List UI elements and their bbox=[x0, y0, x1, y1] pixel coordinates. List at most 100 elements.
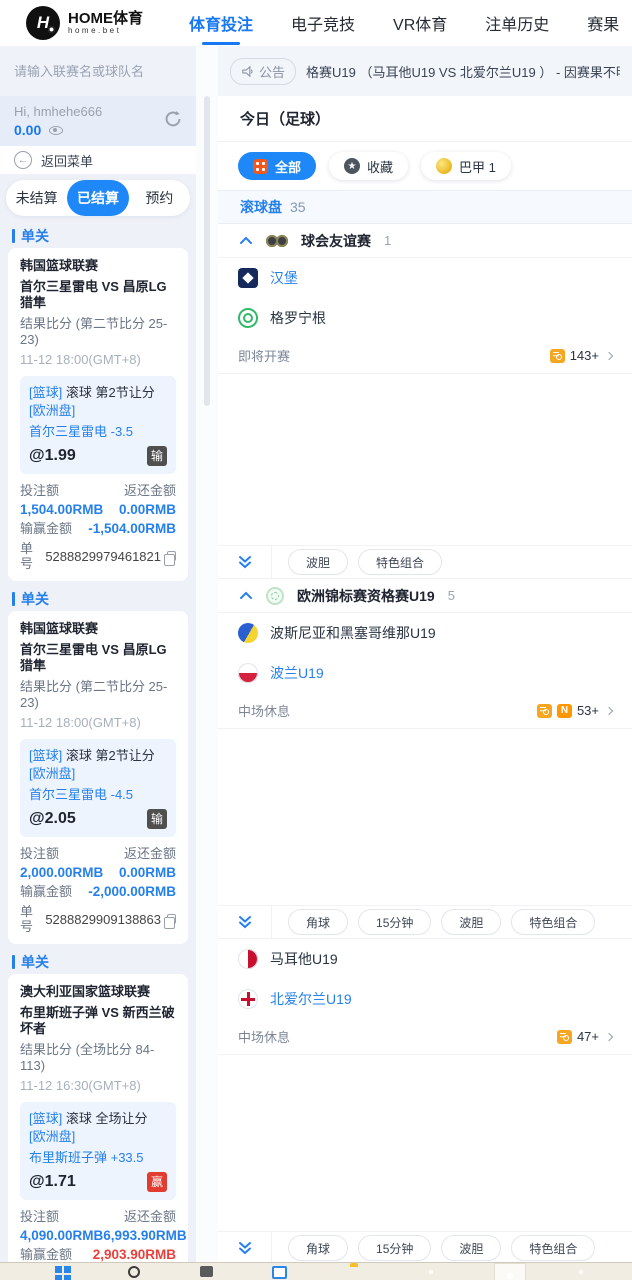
team-row-home[interactable]: 马耳他U19 0 bbox=[218, 939, 632, 979]
team-name[interactable]: 汉堡 bbox=[270, 268, 298, 288]
team-name[interactable]: 波斯尼亚和黑塞哥维那U19 bbox=[270, 623, 436, 643]
bet-selection: 首尔三星雷电 -3.5 bbox=[29, 424, 134, 439]
copy-icon[interactable] bbox=[164, 914, 176, 929]
eye-icon[interactable] bbox=[49, 125, 64, 135]
section-club-friendly[interactable]: 球会友谊赛 1 bbox=[218, 224, 632, 258]
match-status: 即将开赛 bbox=[238, 349, 291, 364]
match-status: 中场休息 bbox=[238, 704, 291, 719]
tab-settled[interactable]: 已结算 bbox=[67, 180, 129, 216]
live-betting-bar[interactable]: 滚球盘 35 bbox=[218, 190, 632, 224]
market-chip-special-combo[interactable]: 特色组合 bbox=[511, 1235, 596, 1261]
markets-link[interactable]: 143+ bbox=[549, 348, 614, 363]
windows-start-icon[interactable] bbox=[55, 1266, 62, 1273]
chevron-right-icon bbox=[604, 706, 614, 715]
nav-esports[interactable]: 电子竞技 bbox=[291, 11, 355, 35]
back-label: 返回菜单 bbox=[41, 153, 94, 169]
taskbar-search-icon[interactable] bbox=[128, 1266, 140, 1278]
bet-market: 滚球 第2节让分 bbox=[65, 385, 155, 400]
bet-selection: 首尔三星雷电 -4.5 bbox=[29, 787, 134, 802]
live-label: 滚球盘 bbox=[240, 199, 282, 215]
market-chip-special-combo[interactable]: 特色组合 bbox=[511, 909, 596, 935]
bet-score: 结果比分 (全场比分 84-113) bbox=[20, 1042, 155, 1073]
team-name[interactable]: 北爱尔兰U19 bbox=[270, 989, 352, 1009]
copy-icon[interactable] bbox=[164, 551, 176, 566]
logo-icon: H bbox=[26, 6, 60, 40]
group-marker bbox=[12, 229, 15, 243]
stake-label: 投注额 bbox=[20, 846, 60, 861]
bet-group: 单关 韩国篮球联赛 首尔三星雷电 VS 昌原LG猎隼 结果比分 (第二节比分 2… bbox=[8, 587, 188, 944]
market-chip-correct-score[interactable]: 波胆 bbox=[441, 1235, 502, 1261]
team-name[interactable]: 格罗宁根 bbox=[270, 308, 326, 328]
nav-vr-sports[interactable]: VR体育 bbox=[393, 11, 447, 35]
collapse-toggle[interactable] bbox=[218, 906, 272, 938]
bet-group: 单关 韩国篮球联赛 首尔三星雷电 VS 昌原LG猎隼 结果比分 (第二节比分 2… bbox=[8, 224, 188, 581]
bet-slip-icon bbox=[549, 348, 565, 363]
filter-favorites[interactable]: ★ 收藏 bbox=[329, 152, 409, 180]
team-logo-northern-ireland bbox=[238, 989, 258, 1009]
team-row-away[interactable]: 波兰U19 1 bbox=[218, 653, 632, 693]
search-bar bbox=[0, 46, 196, 96]
match-footer: 波胆 特色组合 bbox=[218, 545, 632, 579]
back-to-menu[interactable]: ← 返回菜单 bbox=[0, 146, 196, 174]
double-chevron-down-icon bbox=[238, 556, 251, 569]
market-chip-special-combo[interactable]: 特色组合 bbox=[358, 549, 443, 575]
collapse-toggle[interactable] bbox=[218, 546, 272, 578]
result-badge-lose: 输 bbox=[147, 446, 167, 466]
collapse-toggle[interactable] bbox=[218, 1232, 272, 1262]
team-row-away[interactable]: 格罗宁根 bbox=[218, 298, 632, 338]
tab-reserved[interactable]: 预约 bbox=[129, 180, 190, 216]
tab-unsettled[interactable]: 未结算 bbox=[6, 180, 67, 216]
group-marker bbox=[12, 955, 15, 969]
news-badge-icon: N bbox=[556, 703, 572, 718]
task-view-icon[interactable] bbox=[272, 1266, 287, 1279]
team-row-home[interactable]: 波斯尼亚和黑塞哥维那U19 0 bbox=[218, 613, 632, 653]
markets-count: 47+ bbox=[576, 1029, 599, 1044]
winloss-label: 输赢金额 bbox=[20, 521, 73, 536]
team-name[interactable]: 波兰U19 bbox=[270, 663, 324, 683]
market-chip-15min[interactable]: 15分钟 bbox=[358, 909, 432, 935]
refund-label: 返还金额 bbox=[123, 1209, 176, 1224]
filter-label: 全部 bbox=[275, 159, 302, 175]
section-name: 球会友谊赛 bbox=[301, 232, 371, 249]
bet-time: 11-12 18:00(GMT+8) bbox=[20, 715, 141, 730]
market-chip-corners[interactable]: 角球 bbox=[288, 909, 349, 935]
filter-label: 收藏 bbox=[367, 159, 394, 175]
filter-all[interactable]: 全部 bbox=[238, 152, 317, 180]
stake-value: 4,090.00RMB bbox=[20, 1228, 104, 1243]
sidebar-scrollbar-thumb[interactable] bbox=[204, 96, 210, 406]
result-badge-win: 赢 bbox=[147, 1172, 167, 1192]
section-name: 欧洲锦标赛资格赛U19 bbox=[297, 587, 435, 604]
nav-sports-betting[interactable]: 体育投注 bbox=[189, 11, 253, 35]
bet-odds: @1.99 bbox=[29, 447, 76, 464]
result-badge-lose: 输 bbox=[147, 809, 167, 829]
team-row-away[interactable]: 北爱尔兰U19 1 bbox=[218, 979, 632, 1019]
odds-area-empty bbox=[218, 1055, 632, 1231]
markets-link[interactable]: N 53+ bbox=[536, 703, 614, 718]
market-chip-15min[interactable]: 15分钟 bbox=[358, 1235, 432, 1261]
ticket-label: 单号 bbox=[20, 541, 34, 571]
bet-odds: @2.05 bbox=[29, 810, 76, 827]
match-status-row: 中场休息 47+ bbox=[218, 1019, 632, 1055]
refresh-icon[interactable] bbox=[164, 110, 182, 133]
bet-sport-tag: [篮球] bbox=[29, 385, 63, 400]
matches-panel: 公告 格赛U19 （马耳他U19 VS 北爱尔兰U19 ） - 因赛果不明确，赛… bbox=[218, 46, 632, 1262]
section-euro-u19-qualifiers[interactable]: 欧洲锦标赛资格赛U19 5 bbox=[218, 579, 632, 613]
search-input[interactable] bbox=[14, 63, 190, 79]
markets-link[interactable]: 47+ bbox=[556, 1029, 614, 1044]
market-chip-corners[interactable]: 角球 bbox=[288, 1235, 349, 1261]
bet-odds-type-tag: [欧洲盘] bbox=[29, 766, 76, 781]
bet-market: 滚球 第2节让分 bbox=[65, 748, 155, 763]
bet-amounts: 投注额 返还金额 1,504.00RMB 0.00RMB 输赢金额 -1,504.00… bbox=[20, 483, 176, 571]
market-chip-correct-score[interactable]: 波胆 bbox=[441, 909, 502, 935]
bet-market: 滚球 全场让分 bbox=[65, 1111, 148, 1126]
nav-bet-history[interactable]: 注单历史 bbox=[485, 11, 549, 35]
team-name[interactable]: 马耳他U19 bbox=[270, 949, 338, 969]
market-chip-correct-score[interactable]: 波胆 bbox=[288, 549, 349, 575]
team-row-home[interactable]: 汉堡 bbox=[218, 258, 632, 298]
bet-slip-icon bbox=[556, 1029, 572, 1044]
brand-logo[interactable]: H HOME体育 home.bet bbox=[26, 6, 143, 40]
taskbar-device-icon[interactable] bbox=[200, 1266, 213, 1277]
chevron-right-icon bbox=[604, 351, 614, 360]
filter-league-baja[interactable]: 巴甲 1 bbox=[421, 152, 511, 180]
nav-results[interactable]: 赛果 bbox=[587, 11, 619, 35]
